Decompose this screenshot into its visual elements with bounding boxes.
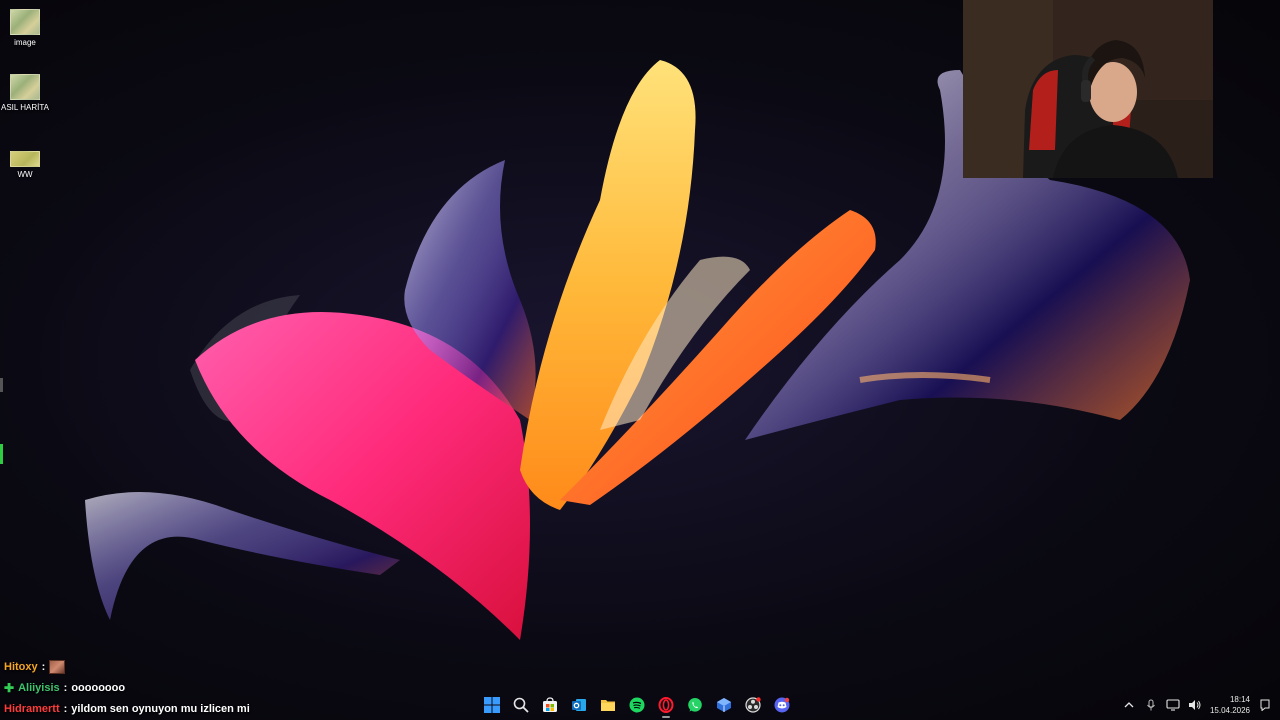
cube-icon [717, 698, 731, 712]
notification-icon [1260, 699, 1270, 711]
file-explorer-app[interactable] [596, 693, 620, 717]
clock-date: 15.04.2026 [1209, 706, 1250, 715]
volume-button[interactable] [1188, 698, 1202, 712]
chat-separator: : [41, 660, 46, 673]
windows-icon [484, 697, 500, 713]
chevron-up-icon [1124, 702, 1134, 708]
opera-icon [658, 697, 674, 713]
opera-gx-app[interactable] [654, 693, 678, 718]
network-icon [1166, 699, 1180, 711]
outlook-app[interactable] [567, 693, 591, 717]
obs-app[interactable] [741, 693, 765, 717]
system-tray: 18:14 15.04.2026 [1122, 692, 1272, 718]
microphone-button[interactable] [1144, 698, 1158, 712]
taskbar-apps [480, 692, 794, 718]
discord-app[interactable] [770, 693, 794, 717]
notifications-button[interactable] [1258, 698, 1272, 712]
obs-icon [745, 697, 761, 713]
taskbar: 18:14 15.04.2026 [0, 690, 1280, 720]
store-app[interactable] [538, 693, 562, 717]
spotify-icon [629, 697, 645, 713]
discord-icon [774, 697, 790, 713]
webcam-streamer-image [963, 0, 1213, 178]
outlook-icon [572, 699, 586, 711]
clock[interactable]: 18:14 15.04.2026 [1210, 694, 1250, 716]
webcam-overlay [963, 0, 1213, 178]
store-icon [543, 697, 557, 712]
search-icon [513, 697, 529, 713]
show-hidden-icons-button[interactable] [1122, 698, 1136, 712]
edge-marker-green [0, 444, 3, 464]
start-button[interactable] [480, 693, 504, 717]
speaker-icon [1188, 700, 1201, 710]
spotify-app[interactable] [625, 693, 649, 717]
whatsapp-icon [688, 698, 702, 712]
folder-icon [601, 700, 615, 711]
image-file-icon [10, 74, 40, 100]
chat-username: Hitoxy [4, 660, 38, 673]
desktop-icon-label: ASIL HARİTA [1, 103, 50, 112]
desktop-icon-label: WW [17, 170, 33, 179]
desktop-icon-label: image [14, 38, 36, 47]
microphone-icon [1147, 699, 1155, 711]
network-button[interactable] [1166, 698, 1180, 712]
image-file-icon [10, 151, 40, 167]
emote-icon [49, 659, 66, 674]
desktop-icon-image[interactable]: image [4, 9, 46, 47]
desktop-icon-ww[interactable]: WW [4, 151, 46, 179]
clock-time: 18:14 [1229, 695, 1250, 704]
whatsapp-app[interactable] [683, 693, 707, 717]
desktop-icon-asil-harita[interactable]: ASIL HARİTA [1, 74, 50, 112]
edge-marker [0, 378, 3, 392]
chat-message: Hitoxy : [4, 656, 404, 677]
image-file-icon [10, 9, 40, 35]
app-blue[interactable] [712, 693, 736, 717]
search-button[interactable] [509, 693, 533, 717]
